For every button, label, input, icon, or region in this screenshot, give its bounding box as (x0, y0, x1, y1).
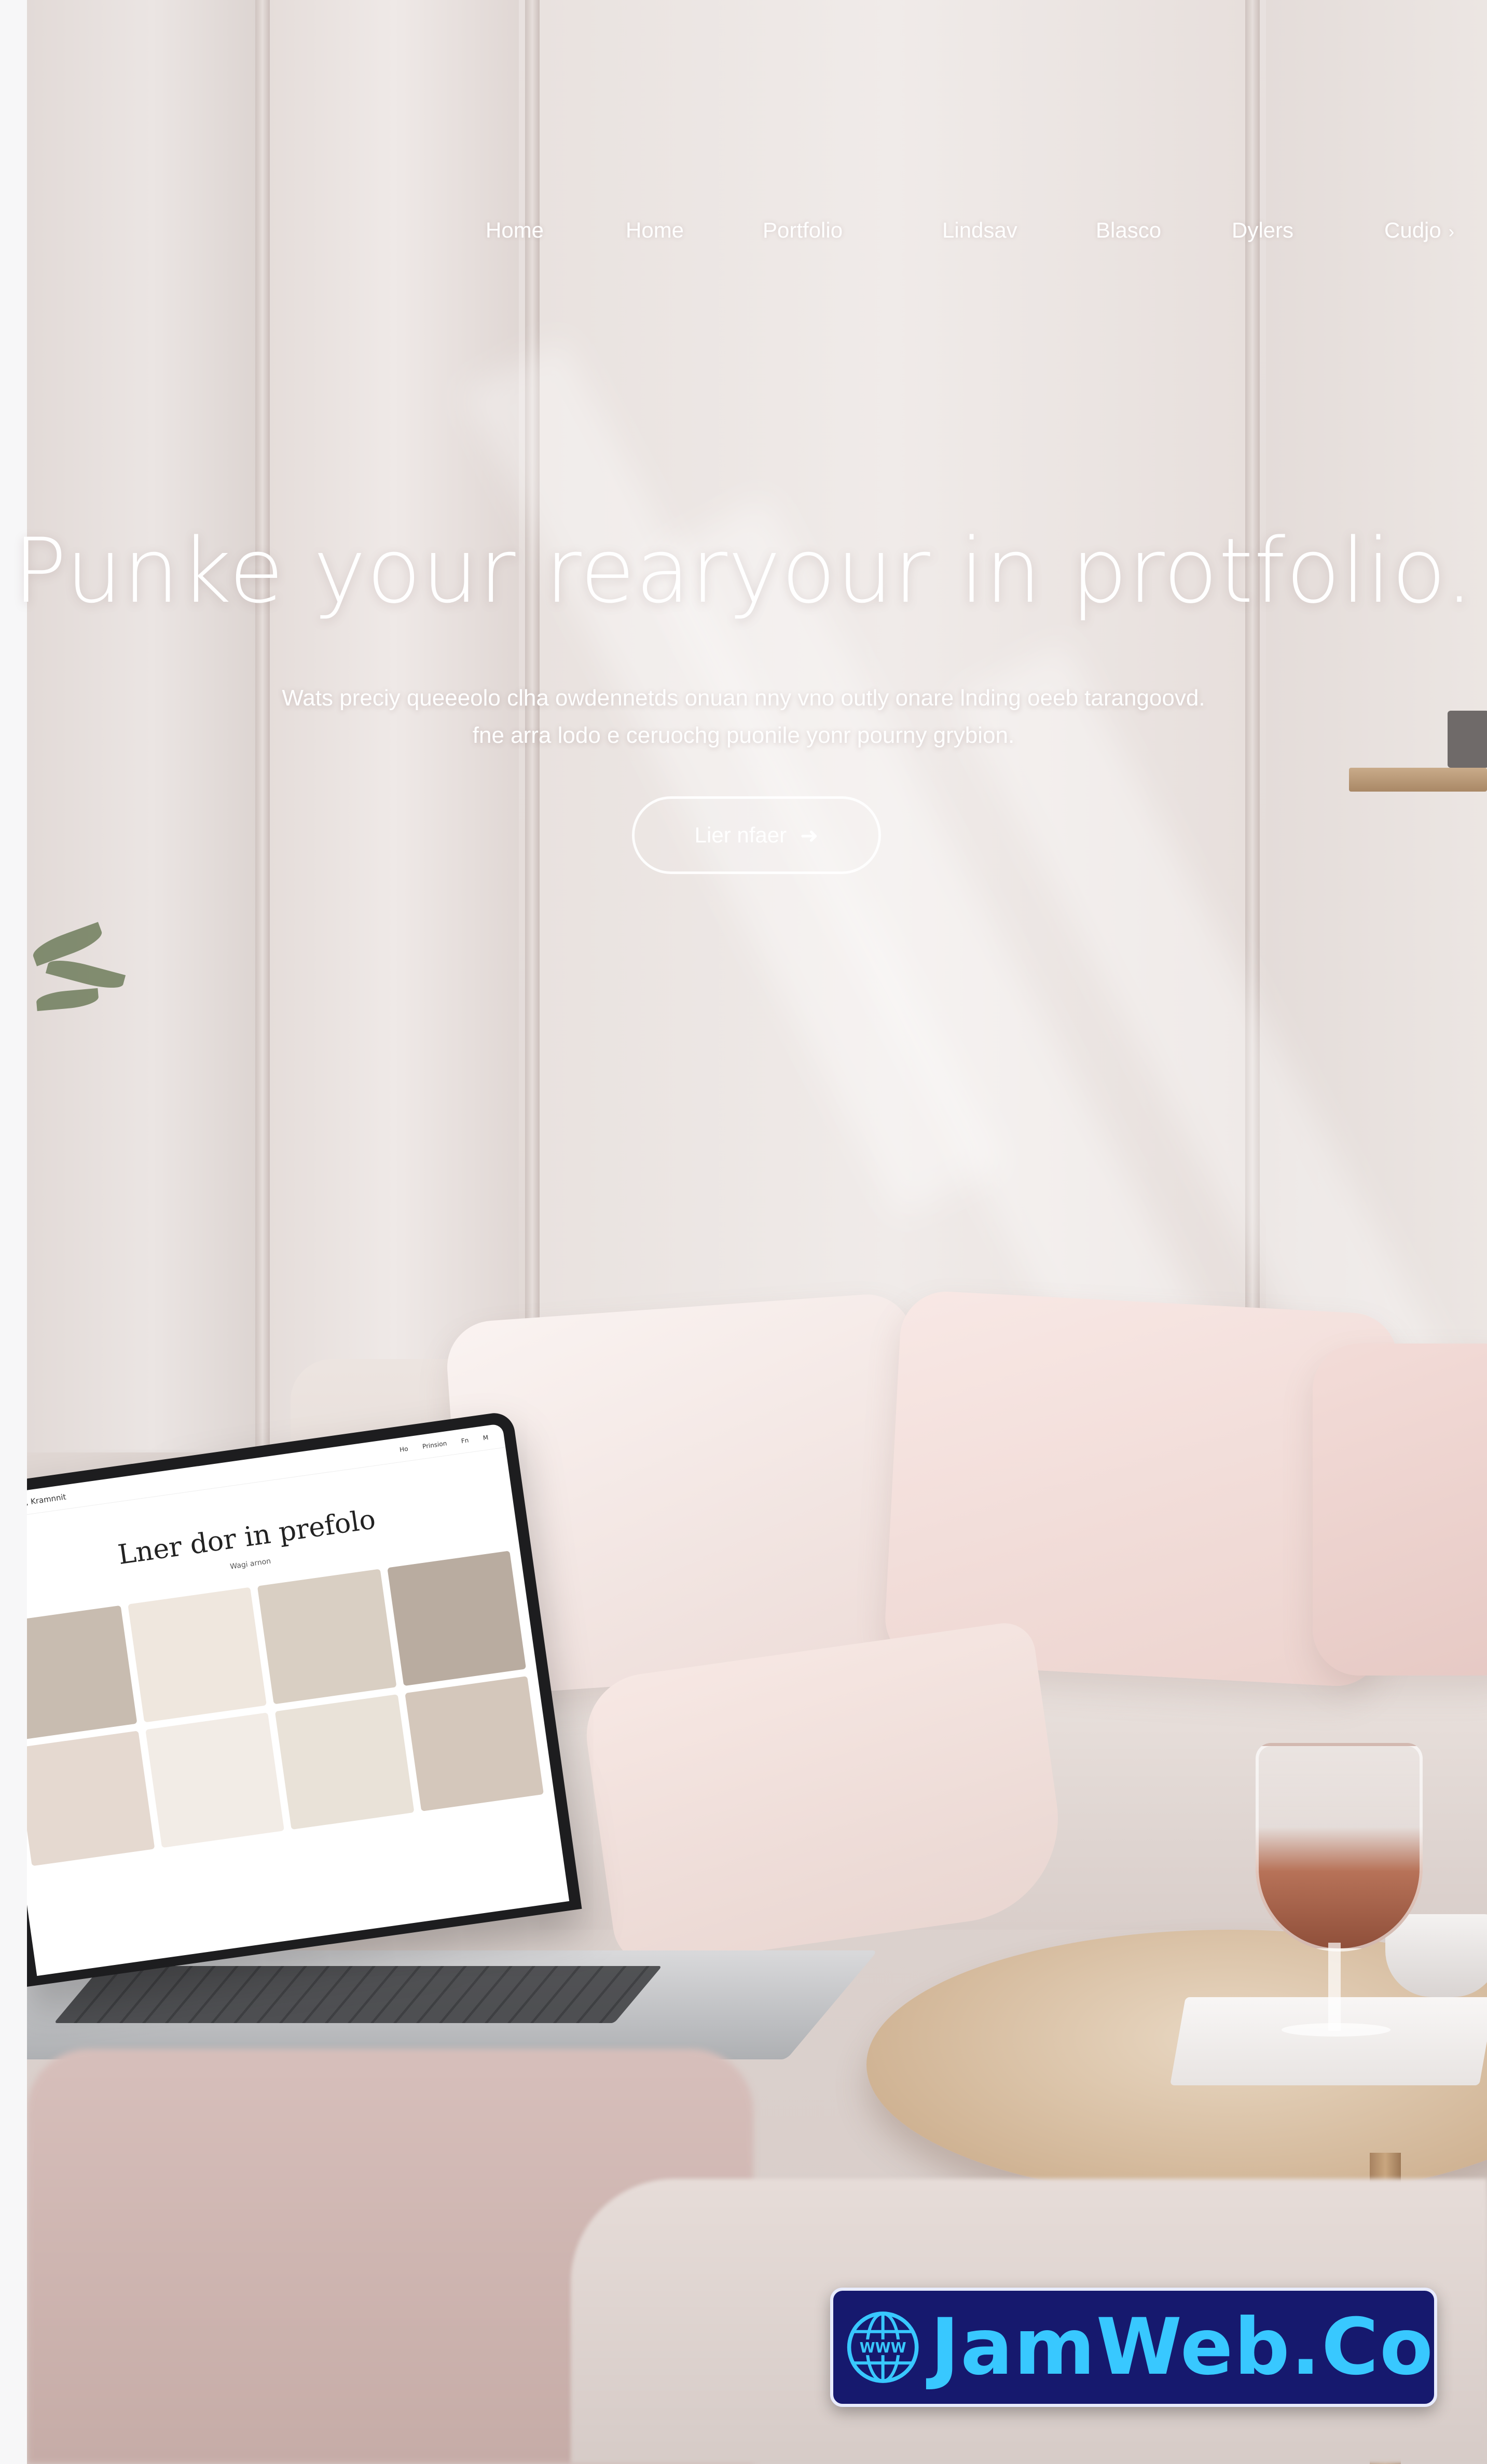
laptop-nav-links: Ho Prinsion Fn M (399, 1434, 489, 1454)
laptop-gallery (0, 1531, 554, 1867)
gallery-tile (257, 1569, 397, 1705)
chevron-right-icon: › (1448, 222, 1455, 242)
laptop-nav-link: M (483, 1434, 489, 1442)
hero-subtitle-line: Wats preciy queeeolo clha owdennetds onu… (282, 685, 1205, 711)
wall-shelf (1349, 768, 1487, 792)
cta-label: Lier nfaer (694, 823, 787, 847)
gallery-tile (274, 1694, 414, 1830)
globe-icon: WWW (847, 2311, 919, 2383)
nav-item-blasco[interactable]: Blasco (1096, 218, 1161, 243)
wine-glass (1256, 1743, 1423, 1951)
nav-item-cudjo[interactable]: Cudjo › (1384, 218, 1454, 243)
hero-subtitle-line: fne arra lodo e ceruochg puonile yonr po… (472, 723, 1015, 748)
hero-background-photo: Ciro Mahd, Kramnnit Ho Prinsion Fn M Lne… (0, 0, 1487, 2464)
wine-glass-stem (1328, 1943, 1341, 2031)
hero-title: Punke your rearyour in protfolio. (13, 519, 1474, 623)
gallery-tile (15, 1731, 155, 1866)
arrow-right-icon: ➜ (800, 823, 819, 848)
badge-text: JamWeb.Co (930, 2302, 1434, 2392)
gallery-tile (127, 1587, 267, 1723)
jamweb-logo-badge: WWW JamWeb.Co (830, 2288, 1437, 2407)
nav-item-home-2[interactable]: Home (626, 218, 684, 243)
laptop-nav-link: Fn (460, 1436, 470, 1445)
nav-item-cudjo-label: Cudjo (1384, 218, 1441, 242)
laptop-keyboard (53, 1966, 663, 2023)
gallery-tile (387, 1551, 527, 1686)
laptop-nav-link: Prinsion (422, 1439, 448, 1450)
main-nav: Home Home Portfolio Lindsav Blasco Dyler… (0, 218, 1487, 259)
nav-item-dylers[interactable]: Dylers (1232, 218, 1293, 243)
hero-subtitle: Wats preciy queeeolo clha owdennetds onu… (0, 680, 1487, 754)
globe-label: WWW (860, 2340, 906, 2356)
laptop-nav-link: Ho (399, 1445, 409, 1454)
nav-item-lindsav[interactable]: Lindsav (942, 218, 1017, 243)
gallery-tile (404, 1676, 544, 1811)
laptop: Ciro Mahd, Kramnnit Ho Prinsion Fn M Lne… (0, 1410, 582, 1987)
gallery-tile (145, 1712, 284, 1848)
cta-button[interactable]: Lier nfaer ➜ (632, 796, 881, 874)
wine-glass-base (1282, 2023, 1390, 2037)
left-edge-strip (0, 0, 27, 2464)
laptop-screen: Ciro Mahd, Kramnnit Ho Prinsion Fn M Lne… (0, 1423, 570, 1976)
nav-item-home[interactable]: Home (486, 218, 544, 243)
bowl (1385, 1914, 1487, 1997)
nav-item-portfolio[interactable]: Portfolio (763, 218, 843, 243)
pillow (1313, 1344, 1487, 1676)
